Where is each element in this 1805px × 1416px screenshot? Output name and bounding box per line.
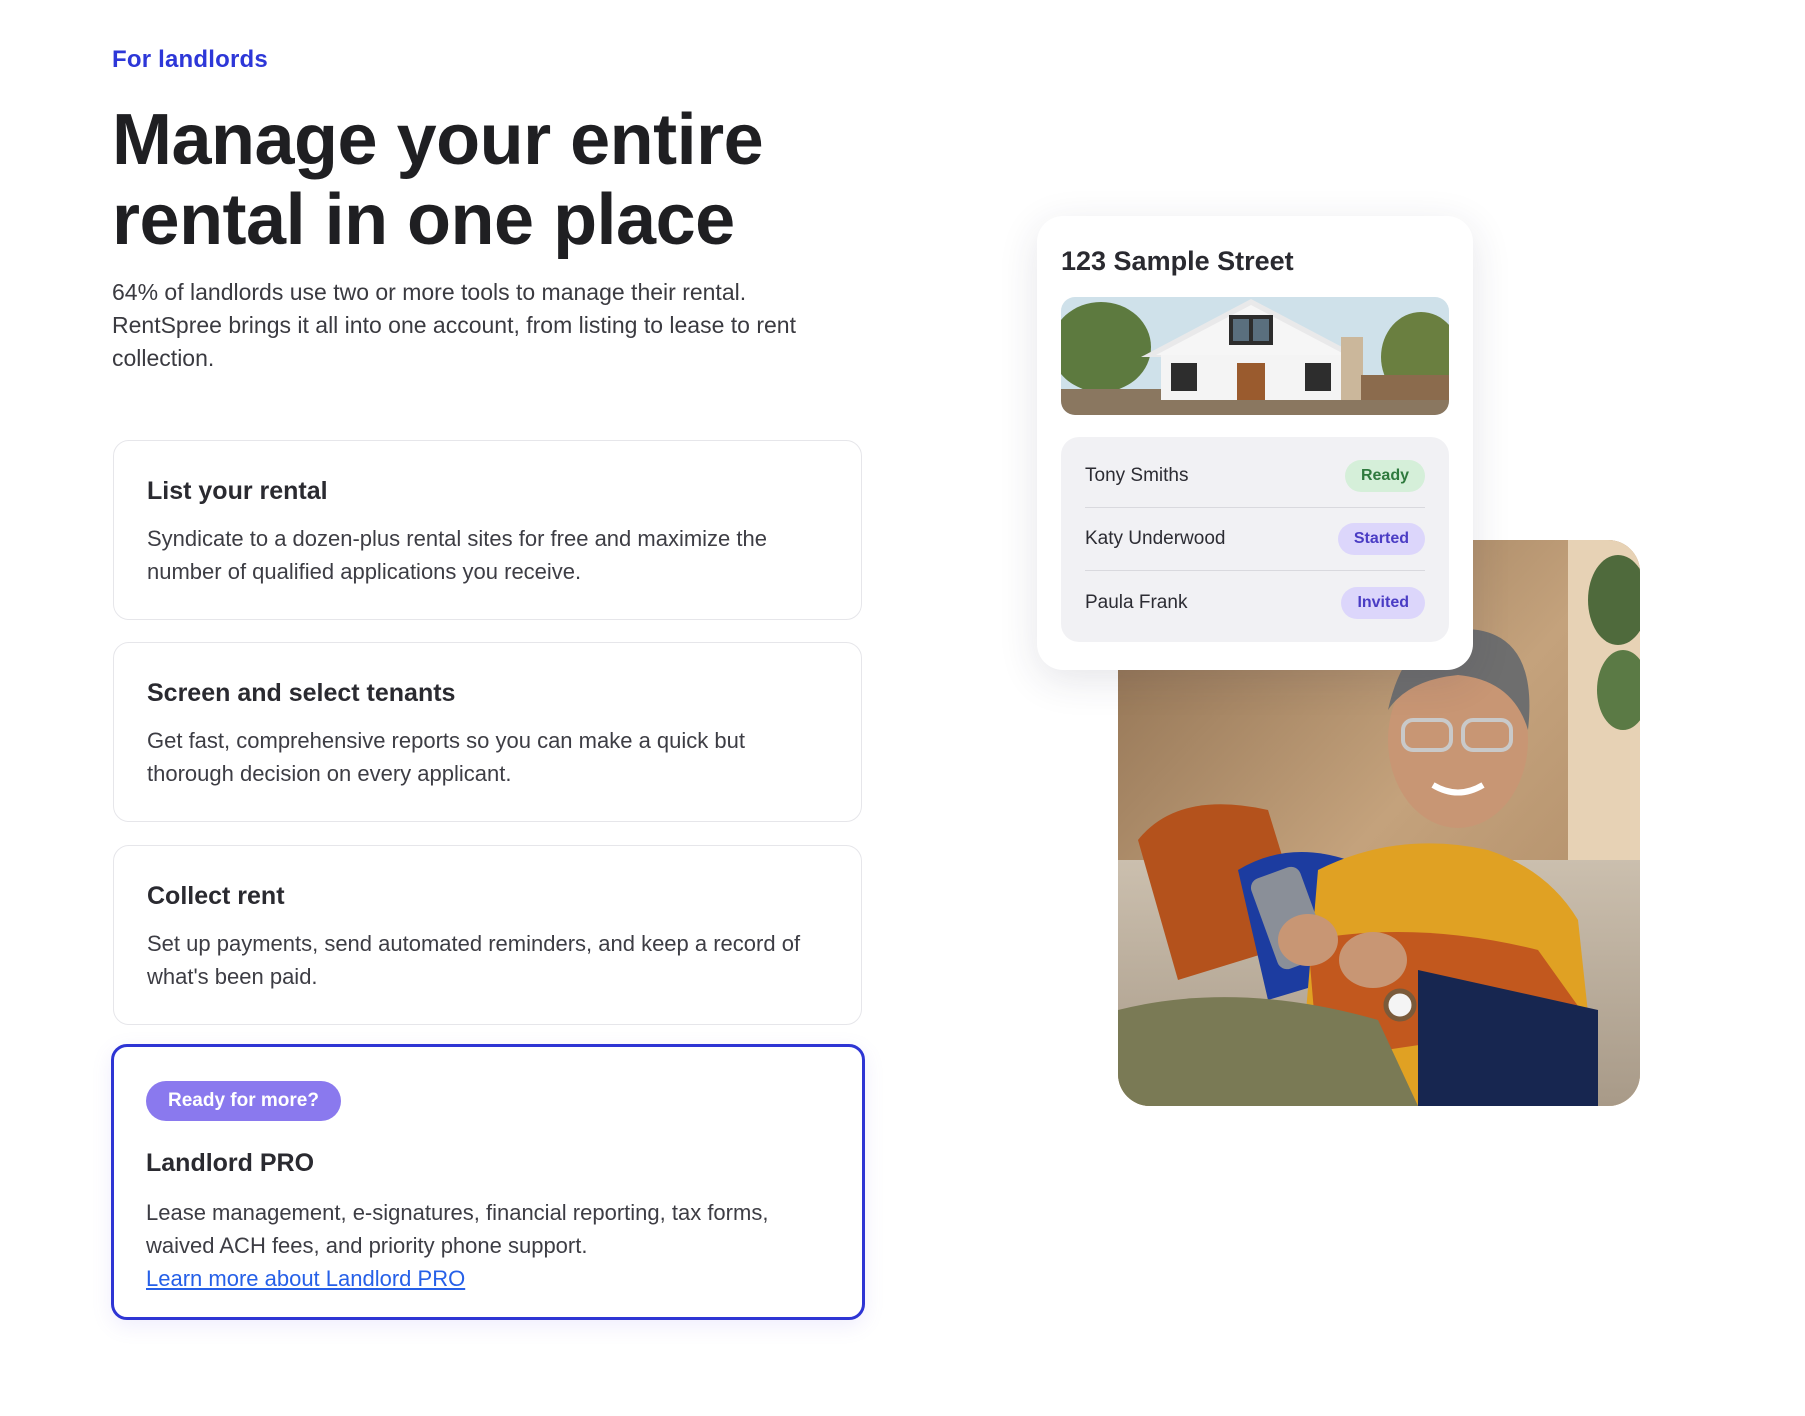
feature-title: List your rental (147, 477, 328, 505)
feature-title: Screen and select tenants (147, 679, 456, 707)
learn-more-pro-link[interactable]: Learn more about Landlord PRO (146, 1262, 465, 1295)
applicant-row[interactable]: Tony Smiths Ready (1085, 445, 1425, 508)
house-illustration (1061, 297, 1449, 415)
feature-title: Landlord PRO (146, 1149, 315, 1177)
feature-title: Collect rent (147, 882, 285, 910)
page-title: Manage your entire rental in one place (112, 100, 764, 260)
applicant-row[interactable]: Paula Frank Invited (1085, 571, 1425, 634)
status-badge: Started (1337, 523, 1425, 555)
intro-text: 64% of landlords use two or more tools t… (112, 279, 796, 371)
feature-description: Syndicate to a dozen-plus rental sites f… (147, 526, 767, 584)
applicant-row[interactable]: Katy Underwood Started (1085, 508, 1425, 571)
property-address: 123 Sample Street (1061, 246, 1294, 276)
status-badge: Invited (1341, 586, 1425, 619)
status-badge: Ready (1344, 460, 1425, 492)
feature-card-screen-tenants[interactable]: Screen and select tenants Get fast, comp… (113, 642, 862, 822)
applicant-name: Paula Frank (1085, 591, 1188, 613)
feature-description: Lease management, e-signatures, financia… (146, 1200, 769, 1258)
eyebrow-label: For landlords (112, 46, 268, 73)
ready-for-more-badge: Ready for more? (146, 1081, 341, 1121)
feature-card-landlord-pro[interactable]: Ready for more? Landlord PRO Lease manag… (111, 1044, 865, 1320)
house-photo (1061, 297, 1449, 415)
applicant-name: Katy Underwood (1085, 528, 1226, 549)
property-card: 123 Sample Street Tony Smiths Ready Katy… (1037, 216, 1473, 670)
feature-card-collect-rent[interactable]: Collect rent Set up payments, send autom… (113, 845, 862, 1025)
feature-description: Get fast, comprehensive reports so you c… (147, 728, 745, 786)
applicant-name: Tony Smiths (1085, 465, 1189, 486)
feature-description: Set up payments, send automated reminder… (147, 931, 801, 989)
landlord-section: For landlords Manage your entire rental … (0, 0, 1805, 1416)
applicant-list: Tony Smiths Ready Katy Underwood Started… (1061, 437, 1449, 642)
feature-card-list-rental[interactable]: List your rental Syndicate to a dozen-pl… (113, 440, 862, 620)
